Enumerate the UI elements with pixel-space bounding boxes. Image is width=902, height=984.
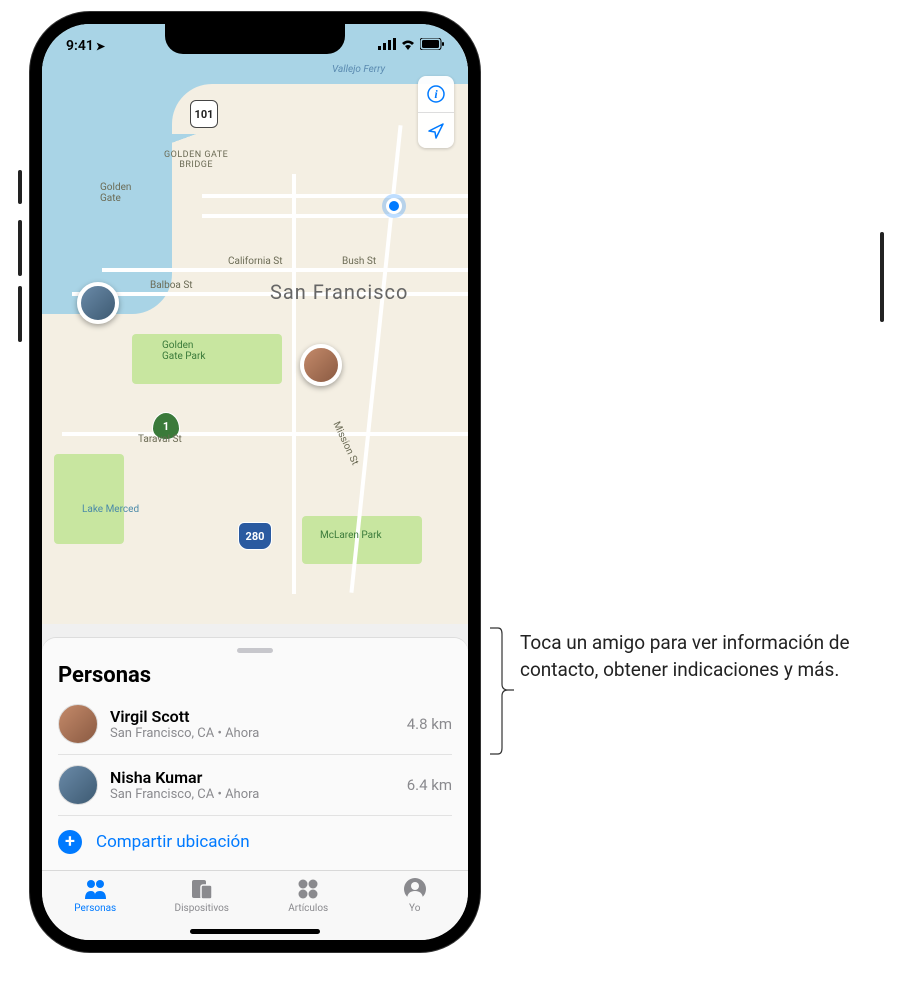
person-distance: 6.4 km <box>407 776 452 794</box>
person-name: Virgil Scott <box>110 707 395 726</box>
highway-101-shield: 101 <box>190 100 218 128</box>
map-controls: i <box>418 76 454 148</box>
share-location-label: Compartir ubicación <box>96 832 250 852</box>
person-row[interactable]: Nisha Kumar San Francisco, CA • Ahora 6.… <box>58 755 452 816</box>
map-locate-button[interactable] <box>418 112 454 148</box>
map-label-lake-merced: Lake Merced <box>82 504 139 515</box>
map-label-gg-park: Golden Gate Park <box>162 340 205 362</box>
phone-frame: 9:41 ➤ <box>30 12 480 952</box>
devices-icon <box>189 877 215 901</box>
map-city-label: San Francisco <box>270 280 408 304</box>
location-services-icon: ➤ <box>96 40 105 53</box>
wifi-icon <box>400 38 416 54</box>
person-sub: San Francisco, CA • Ahora <box>110 787 395 802</box>
map-label-california: California St <box>228 256 282 267</box>
highway-280-shield: 280 <box>238 522 272 550</box>
map-pin-virgil[interactable] <box>300 344 342 386</box>
me-icon <box>402 877 428 901</box>
person-row[interactable]: Virgil Scott San Francisco, CA • Ahora 4… <box>58 694 452 755</box>
share-location-button[interactable]: + Compartir ubicación <box>58 816 452 864</box>
avatar <box>58 765 98 805</box>
user-location-dot <box>386 198 402 214</box>
avatar <box>58 704 98 744</box>
tab-label: Dispositivos <box>175 903 229 914</box>
tab-label: Artículos <box>288 903 328 914</box>
cellular-icon <box>378 38 396 54</box>
map-info-button[interactable]: i <box>418 76 454 112</box>
battery-icon <box>420 38 444 54</box>
map-label-ferry: Vallejo Ferry <box>332 64 385 75</box>
svg-text:i: i <box>434 87 438 101</box>
items-icon <box>295 877 321 901</box>
home-indicator[interactable] <box>190 929 320 934</box>
people-sheet[interactable]: Personas Virgil Scott San Francisco, CA … <box>42 638 468 870</box>
sheet-title: Personas <box>58 663 452 688</box>
tab-label: Yo <box>409 903 420 914</box>
sheet-grabber[interactable] <box>237 648 273 653</box>
tab-me[interactable]: Yo <box>362 877 469 914</box>
map[interactable]: 101 1 280 San Francisco Golden Gate GOLD… <box>42 24 468 624</box>
person-name: Nisha Kumar <box>110 768 395 787</box>
people-icon <box>82 877 108 901</box>
callout-text: Toca un amigo para ver información de co… <box>520 630 880 683</box>
notch <box>165 24 345 54</box>
map-label-golden-gate: Golden Gate <box>100 182 131 204</box>
map-label-balboa: Balboa St <box>150 280 193 291</box>
map-label-mission: Mission St <box>331 420 361 467</box>
map-label-mclaren: McLaren Park <box>320 530 382 541</box>
screen: 9:41 ➤ <box>42 24 468 940</box>
tab-people[interactable]: Personas <box>42 877 149 914</box>
callout-bracket <box>488 626 514 756</box>
map-overlay: 101 1 280 San Francisco Golden Gate GOLD… <box>42 24 468 624</box>
person-sub: San Francisco, CA • Ahora <box>110 726 395 741</box>
map-label-gg-bridge: GOLDEN GATE BRIDGE <box>164 150 228 170</box>
map-pin-nisha[interactable] <box>77 282 119 324</box>
plus-icon: + <box>58 830 82 854</box>
map-label-taraval: Taraval St <box>138 434 182 445</box>
person-distance: 4.8 km <box>407 715 452 733</box>
status-time: 9:41 <box>66 38 94 54</box>
tab-label: Personas <box>74 903 116 914</box>
tab-devices[interactable]: Dispositivos <box>149 877 256 914</box>
map-label-bush: Bush St <box>342 256 376 267</box>
tab-items[interactable]: Artículos <box>255 877 362 914</box>
